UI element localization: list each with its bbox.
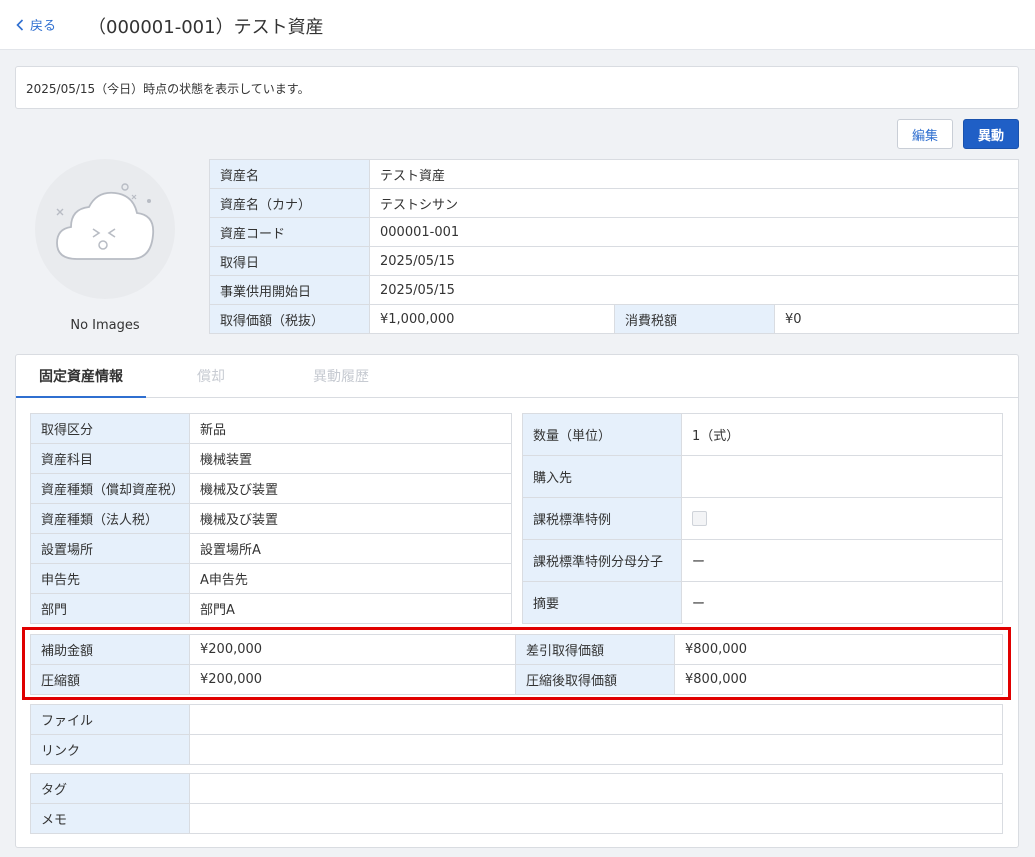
table-row: 摘要ー	[522, 581, 1003, 624]
field-label: 資産名（カナ）	[209, 188, 370, 218]
table-row: 数量（単位） 1（式）	[522, 413, 1003, 456]
table-row: 資産コード 000001-001	[209, 217, 1019, 247]
tab-depreciation: 償却	[197, 369, 225, 385]
field-label: リンク	[30, 734, 190, 765]
field-value: ー	[681, 539, 1003, 582]
table-row: 資産名（カナ） テストシサン	[209, 188, 1019, 218]
sad-cloud-icon	[56, 183, 155, 260]
table-row: 資産名 テスト資産	[209, 159, 1019, 189]
field-value: 機械及び装置	[189, 503, 512, 534]
left-details-table: 取得区分 新品 資産科目 機械装置 資産種類（償却資産税） 機械及び装置 資産種類（法…	[30, 413, 512, 624]
field-value	[189, 773, 1003, 804]
field-label: 課税標準特例	[522, 497, 682, 540]
field-label: 設置場所	[30, 533, 190, 564]
field-value: 1（式）	[681, 413, 1003, 456]
field-label: 資産コード	[209, 217, 370, 247]
back-label: 戻る	[30, 19, 57, 34]
field-label: タグ	[30, 773, 190, 804]
table-row: ファイル	[30, 704, 1003, 735]
table-row: 取得日 2025/05/15	[209, 246, 1019, 276]
tab-bar: 固定資産情報 償却 異動履歴	[16, 355, 1018, 398]
back-link[interactable]: 戻る	[16, 15, 56, 34]
table-row: 部門 部門A	[30, 593, 512, 624]
field-value: 機械装置	[189, 443, 512, 474]
table-row: 申告先 A申告先	[30, 563, 512, 594]
tab-fixed-asset-info[interactable]: 固定資産情報	[16, 355, 146, 398]
chevron-left-icon	[16, 18, 24, 31]
table-row: メモ	[30, 803, 1003, 834]
field-value: 2025/05/15	[369, 275, 1019, 305]
table-row: リンク	[30, 734, 1003, 765]
right-details-table: 数量（単位） 1（式） 購入先 課税標準特例 課税標準特例分母分子ー 摘要ー	[522, 413, 1003, 624]
field-label: 取得区分	[30, 413, 190, 444]
table-row: 取得区分 新品	[30, 413, 512, 444]
field-label: 購入先	[522, 455, 682, 498]
table-row: 設置場所 設置場所A	[30, 533, 512, 564]
field-label: 資産名	[209, 159, 370, 189]
field-value	[189, 734, 1003, 765]
field-value: 部門A	[189, 593, 512, 624]
field-value: ー	[681, 581, 1003, 624]
field-value: 新品	[189, 413, 512, 444]
edit-button[interactable]: 編集	[897, 119, 953, 149]
tags-table: タグ メモ	[30, 773, 1003, 834]
field-label: 数量（単位）	[522, 413, 682, 456]
table-row: タグ	[30, 773, 1003, 804]
field-value	[189, 803, 1003, 834]
field-label: 資産種類（法人税）	[30, 503, 190, 534]
field-value: ¥0	[774, 304, 1019, 334]
field-value: 000001-001	[369, 217, 1019, 247]
field-value	[681, 455, 1003, 498]
field-label: 摘要	[522, 581, 682, 624]
status-notice: 2025/05/15（今日）時点の状態を表示しています。	[15, 66, 1019, 109]
field-label: 資産種類（償却資産税）	[30, 473, 190, 504]
table-row: 購入先	[522, 455, 1003, 498]
table-row: 課税標準特例分母分子ー	[522, 539, 1003, 582]
field-value: テストシサン	[369, 188, 1019, 218]
table-row: 資産種類（法人税） 機械及び装置	[30, 503, 512, 534]
table-row: 資産種類（償却資産税） 機械及び装置	[30, 473, 512, 504]
field-value	[189, 704, 1003, 735]
field-label: ファイル	[30, 704, 190, 735]
field-label: 資産科目	[30, 443, 190, 474]
field-value: 機械及び装置	[189, 473, 512, 504]
asset-image-placeholder	[35, 159, 175, 299]
no-images-label: No Images	[70, 318, 140, 333]
tax-special-checkbox	[692, 511, 707, 526]
field-label: 消費税額	[614, 304, 775, 334]
field-value: A申告先	[189, 563, 512, 594]
field-value: 設置場所A	[189, 533, 512, 564]
field-label: 事業供用開始日	[209, 275, 370, 305]
table-row: 資産科目 機械装置	[30, 443, 512, 474]
highlight-box	[22, 627, 1011, 700]
field-label: 取得価額（税抜）	[209, 304, 370, 334]
field-label: 課税標準特例分母分子	[522, 539, 682, 582]
tab-transfer-history: 異動履歴	[313, 369, 369, 385]
field-label: 部門	[30, 593, 190, 624]
table-row: 課税標準特例	[522, 497, 1003, 540]
table-row: 事業供用開始日 2025/05/15	[209, 275, 1019, 305]
field-value: 2025/05/15	[369, 246, 1019, 276]
field-label: 取得日	[209, 246, 370, 276]
files-table: ファイル リンク	[30, 704, 1003, 765]
transfer-button[interactable]: 異動	[963, 119, 1019, 149]
table-row: 取得価額（税抜） ¥1,000,000 消費税額 ¥0	[209, 304, 1019, 334]
field-value	[681, 497, 1003, 540]
field-value: ¥1,000,000	[369, 304, 615, 334]
header-bar: 戻る （000001-001）テスト資産	[0, 0, 1035, 50]
asset-info-table: 資産名 テスト資産 資産名（カナ） テストシサン 資産コード 000001-00…	[209, 159, 1019, 334]
field-value: テスト資産	[369, 159, 1019, 189]
field-label: メモ	[30, 803, 190, 834]
page-title: （000001-001）テスト資産	[88, 17, 324, 38]
field-label: 申告先	[30, 563, 190, 594]
